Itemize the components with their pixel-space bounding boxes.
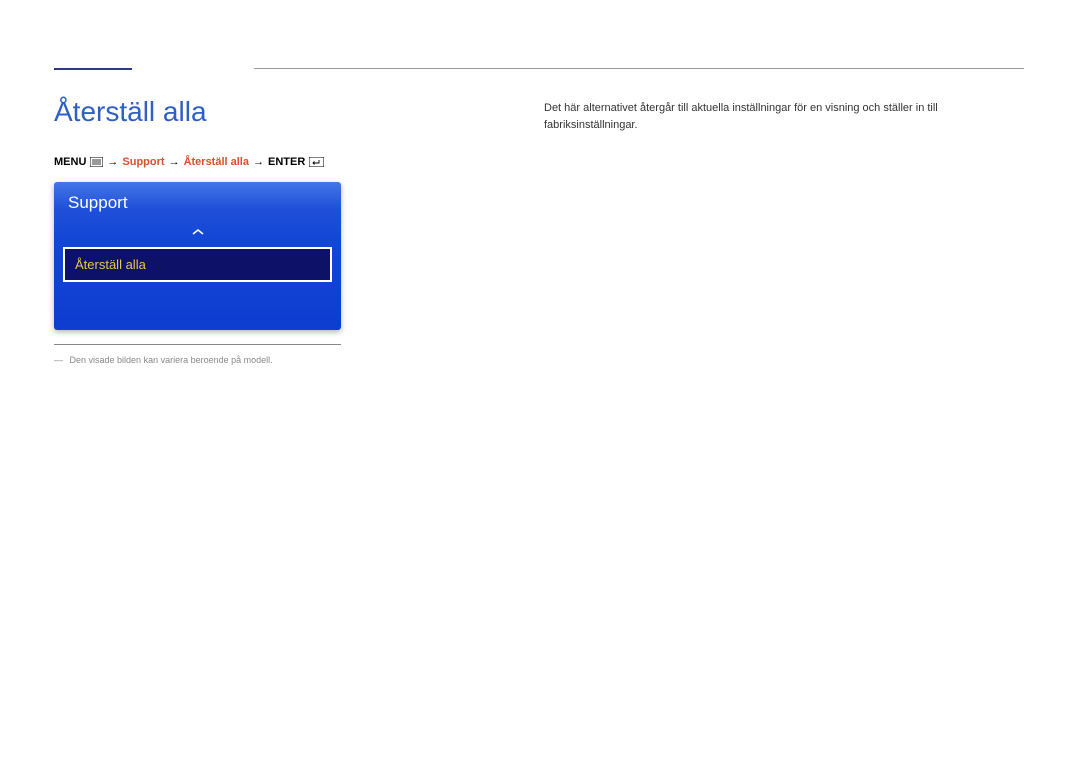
right-column: Det här alternativet återgår till aktuel… (364, 96, 1026, 365)
enter-icon (309, 157, 324, 167)
osd-selected-item[interactable]: Återställ alla (63, 247, 332, 282)
breadcrumb-arrow-1: → (107, 156, 118, 168)
breadcrumb-menu-label: MENU (54, 156, 86, 168)
page-title: Återställ alla (54, 96, 364, 128)
header-accent-line (54, 68, 132, 70)
chevron-up-icon (191, 225, 205, 239)
breadcrumb: MENU → Support → Återställ alla → ENTER (54, 156, 364, 168)
osd-scroll-up-row[interactable] (54, 221, 341, 247)
breadcrumb-reset-all: Återställ alla (184, 156, 249, 168)
menu-icon (90, 157, 103, 167)
footnote-divider (54, 344, 341, 345)
breadcrumb-arrow-2: → (169, 156, 180, 168)
page-container: Återställ alla MENU → Support → Återstäl… (0, 0, 1080, 365)
osd-panel: Support Återställ alla (54, 182, 341, 330)
header-divider-line (254, 68, 1024, 69)
footnote-dash: ― (54, 355, 63, 365)
breadcrumb-support: Support (122, 156, 164, 168)
footnote-text: Den visade bilden kan variera beroende p… (70, 355, 273, 365)
content-wrapper: Återställ alla MENU → Support → Återstäl… (54, 96, 1026, 365)
breadcrumb-arrow-3: → (253, 156, 264, 168)
footnote: ― Den visade bilden kan variera beroende… (54, 355, 364, 365)
osd-header: Support (54, 182, 341, 221)
left-column: Återställ alla MENU → Support → Återstäl… (54, 96, 364, 365)
breadcrumb-enter-label: ENTER (268, 156, 305, 168)
description-text: Det här alternativet återgår till aktuel… (544, 100, 1026, 133)
